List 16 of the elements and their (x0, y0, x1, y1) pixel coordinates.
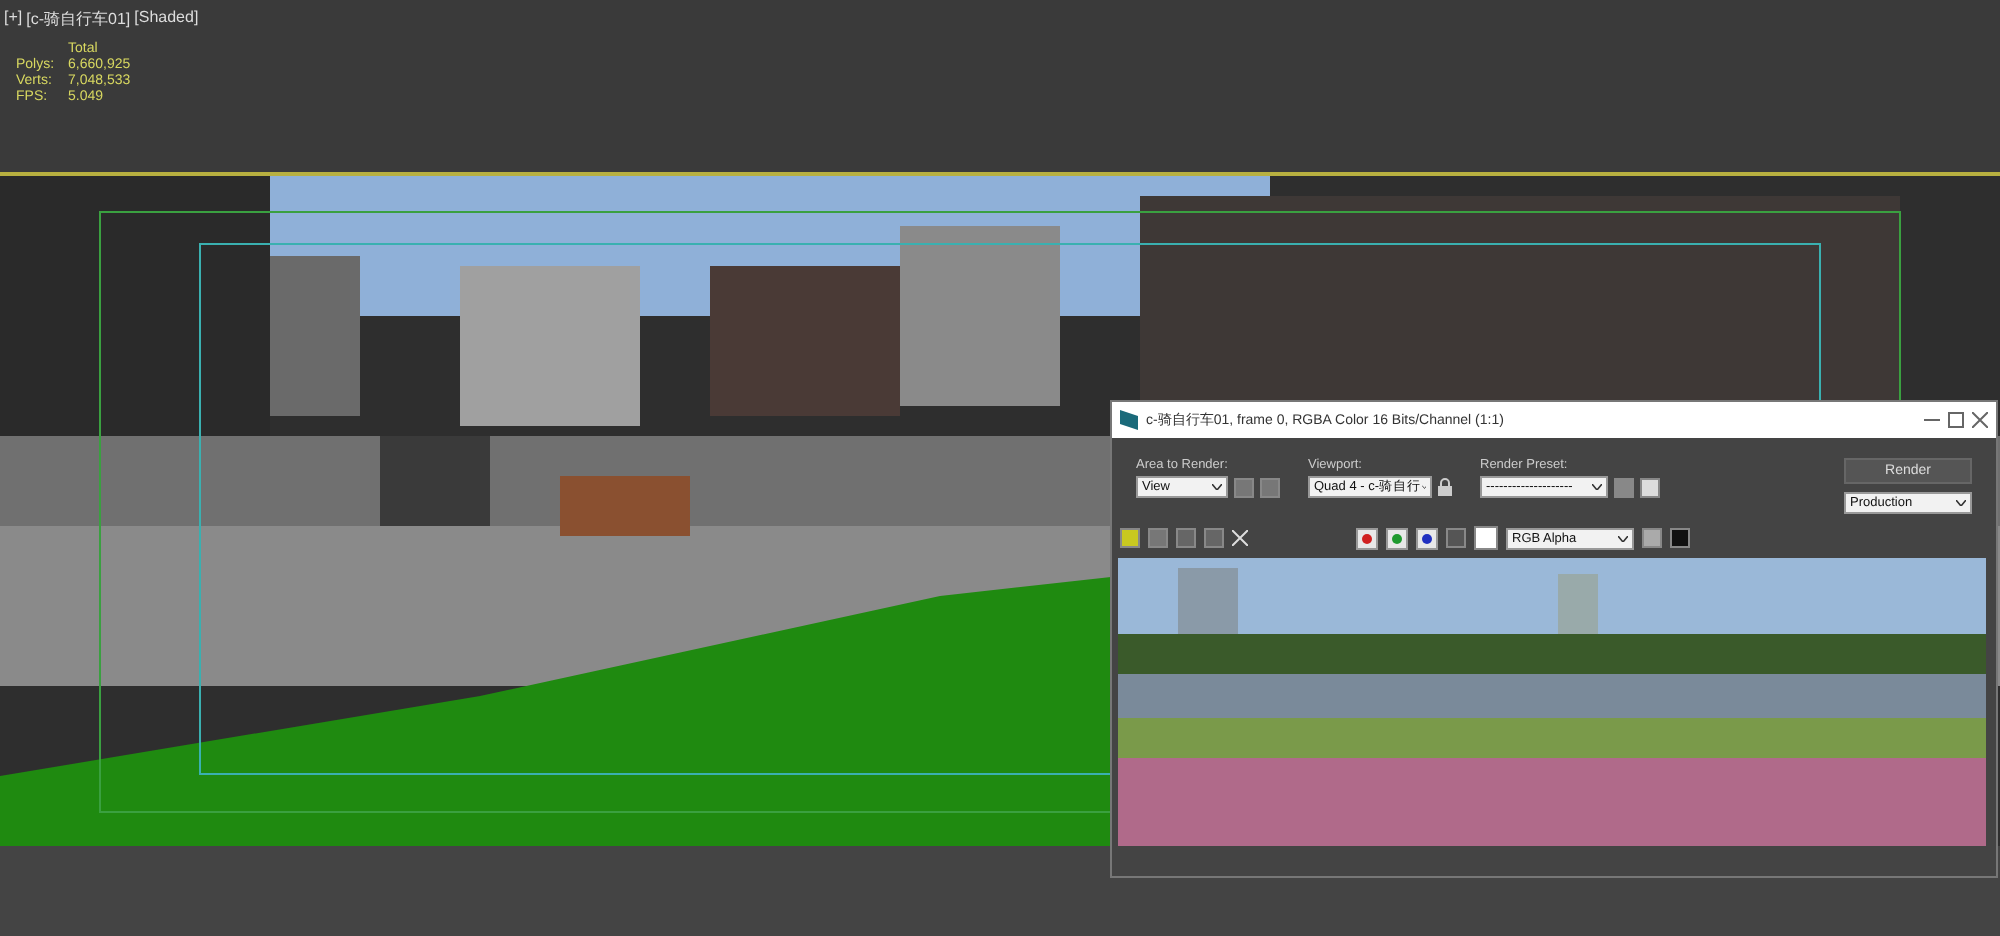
maximize-icon[interactable] (1948, 412, 1964, 428)
channel-toggle[interactable] (1416, 527, 1438, 549)
caret-icon (1421, 484, 1426, 490)
caret-icon (1212, 484, 1222, 490)
app-logo-icon (1120, 410, 1138, 430)
close-icon[interactable] (1972, 412, 1988, 428)
channel-toggle[interactable] (1356, 527, 1378, 549)
lock-icon[interactable] (1438, 478, 1452, 496)
caret-icon (1592, 484, 1602, 490)
viewport-label[interactable]: [Shaded] (134, 8, 199, 30)
viewport-label[interactable]: [c-骑自行车01] (26, 8, 131, 30)
viewport-label[interactable]: [+] (4, 8, 23, 30)
channel-toggle[interactable] (1386, 527, 1408, 549)
caret-icon (1956, 500, 1966, 506)
caret-icon (1618, 535, 1628, 541)
color-swatch[interactable] (1474, 526, 1498, 550)
